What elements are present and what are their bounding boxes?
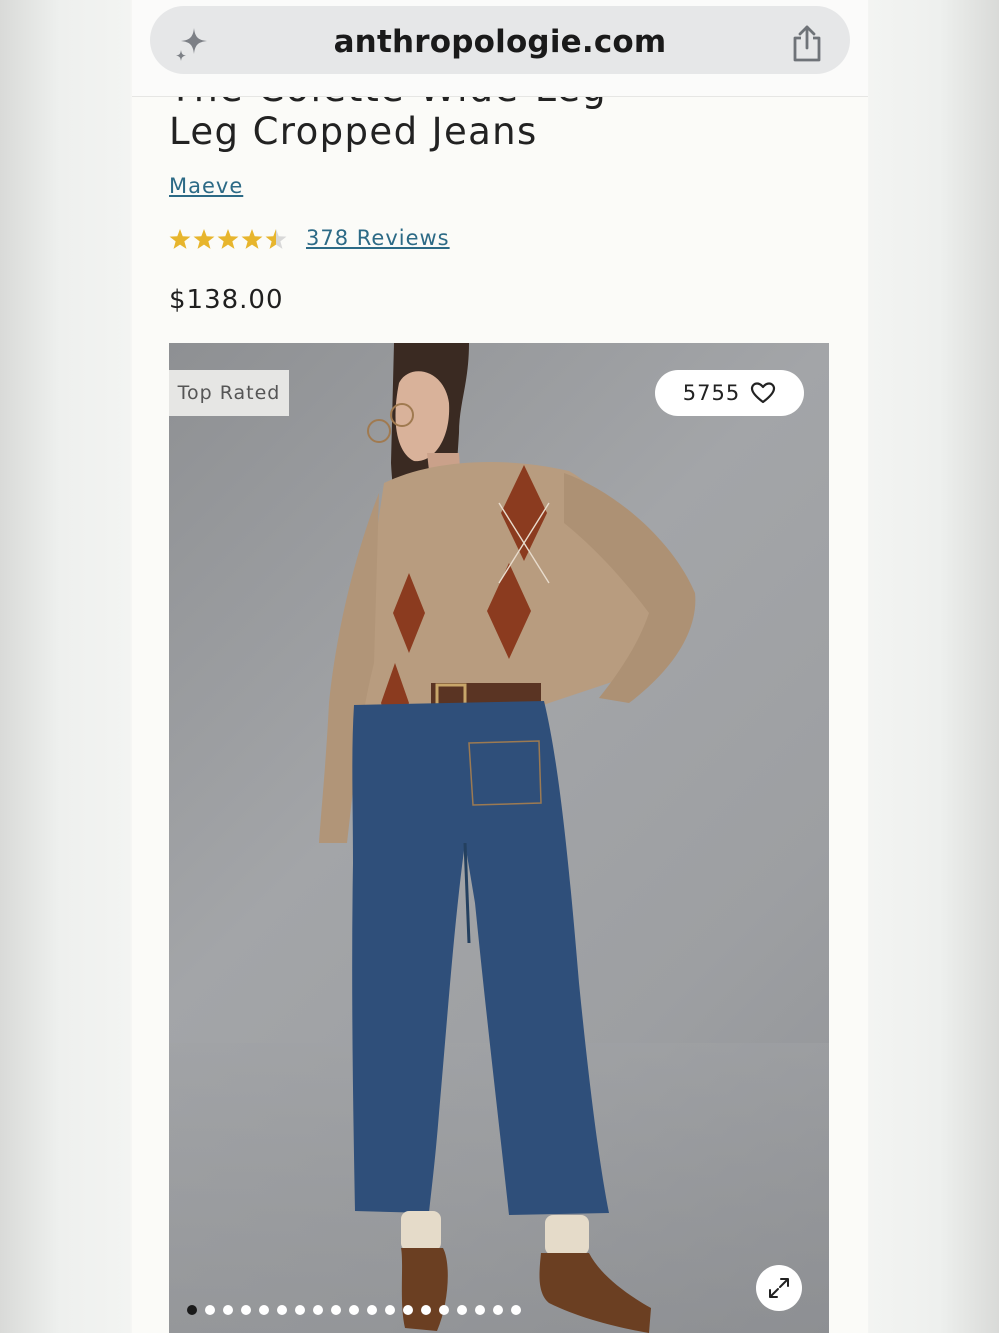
address-bar[interactable]: anthropologie.com <box>150 6 850 74</box>
star-icon <box>193 229 215 249</box>
favorite-button[interactable]: 5755 <box>655 370 804 416</box>
star-rating[interactable] <box>169 227 289 253</box>
carousel-dot[interactable] <box>223 1305 233 1315</box>
phone-viewport: anthropologie.com The Colette Wide-Leg L… <box>132 0 868 1333</box>
carousel-dot[interactable] <box>241 1305 251 1315</box>
product-photo <box>169 343 829 1333</box>
star-icon <box>265 229 287 249</box>
product-price: $138.00 <box>169 285 284 315</box>
star-icon <box>241 229 263 249</box>
carousel-dot[interactable] <box>511 1305 521 1315</box>
carousel-dot[interactable] <box>187 1305 197 1315</box>
carousel-dot[interactable] <box>403 1305 413 1315</box>
expand-button[interactable] <box>756 1265 802 1311</box>
carousel-dot[interactable] <box>439 1305 449 1315</box>
carousel-dot[interactable] <box>313 1305 323 1315</box>
carousel-dot[interactable] <box>295 1305 305 1315</box>
favorites-count: 5755 <box>682 381 741 405</box>
star-icon <box>217 229 239 249</box>
carousel-dot[interactable] <box>205 1305 215 1315</box>
carousel-dot[interactable] <box>421 1305 431 1315</box>
carousel-dot[interactable] <box>493 1305 503 1315</box>
carousel-dot[interactable] <box>331 1305 341 1315</box>
star-icon <box>169 229 191 249</box>
carousel-dot[interactable] <box>385 1305 395 1315</box>
expand-icon <box>769 1278 789 1298</box>
carousel-dot[interactable] <box>457 1305 467 1315</box>
browser-bar: anthropologie.com <box>132 0 868 97</box>
carousel-dots <box>187 1305 521 1317</box>
carousel-dot[interactable] <box>367 1305 377 1315</box>
carousel-dot[interactable] <box>277 1305 287 1315</box>
top-rated-badge: Top Rated <box>169 370 289 416</box>
carousel-dot[interactable] <box>475 1305 485 1315</box>
share-icon[interactable] <box>790 24 824 64</box>
url-text[interactable]: anthropologie.com <box>150 24 850 60</box>
carousel-dot[interactable] <box>349 1305 359 1315</box>
product-image-carousel[interactable]: Top Rated 5755 <box>169 343 829 1333</box>
product-title: Leg Cropped Jeans <box>169 110 538 153</box>
carousel-dot[interactable] <box>259 1305 269 1315</box>
reviews-link[interactable]: 378 Reviews <box>306 226 450 250</box>
brand-link[interactable]: Maeve <box>169 174 243 198</box>
heart-icon <box>751 382 776 404</box>
